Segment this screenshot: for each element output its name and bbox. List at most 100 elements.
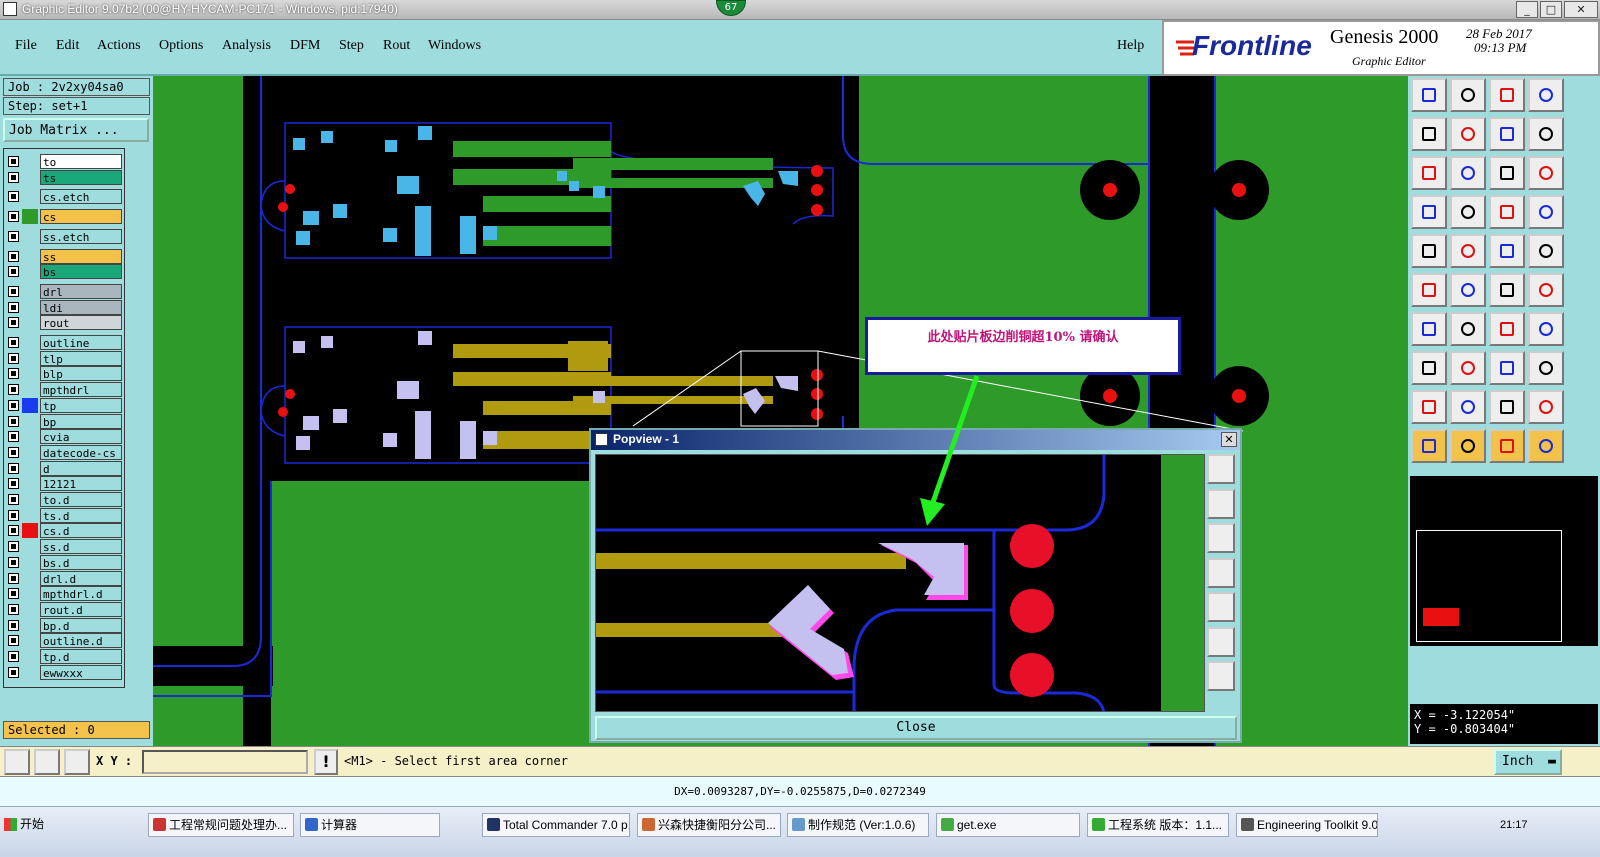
menu-windows[interactable]: Windows	[428, 38, 481, 54]
layer-color-swatch[interactable]	[22, 397, 38, 413]
layer-row-outline[interactable]: outline	[6, 335, 122, 350]
taskbar-item[interactable]: 制作规范 (Ver:1.0.6)	[787, 813, 929, 837]
layer-name[interactable]: bp.d	[40, 617, 122, 633]
layer-row-d[interactable]: d	[6, 460, 122, 476]
layer-checkbox[interactable]	[8, 588, 19, 600]
layer-checkbox[interactable]	[8, 171, 19, 183]
layer-row-rout-d[interactable]: rout.d	[6, 601, 122, 617]
layer-row-outline-d[interactable]: outline.d	[6, 633, 122, 649]
layer-checkbox[interactable]	[8, 211, 19, 223]
layer-checkbox[interactable]	[8, 446, 19, 458]
menu-help[interactable]: Help	[1117, 38, 1144, 54]
popview-down-icon[interactable]	[1207, 523, 1235, 553]
layer-row-to[interactable]: to	[6, 154, 122, 169]
layer-row-ss-etch[interactable]: ss.etch	[6, 228, 122, 244]
layer-row-cvia[interactable]: cvia	[6, 429, 122, 445]
layer-row-tp[interactable]: tp	[6, 397, 122, 413]
popview-fit-icon[interactable]	[1207, 626, 1235, 657]
layer-checkbox[interactable]	[8, 572, 19, 584]
layer-checkbox[interactable]	[8, 431, 19, 443]
taskbar-item[interactable]: 工程常规问题处理办...	[148, 813, 294, 837]
swap-icon[interactable]	[1489, 117, 1525, 151]
menu-dfm[interactable]: DFM	[290, 38, 320, 54]
layer-row-ewwxxx[interactable]: ewwxxx	[6, 664, 122, 680]
group-icon[interactable]	[1528, 351, 1564, 385]
layer-checkbox[interactable]	[8, 462, 19, 474]
cross-icon[interactable]	[1450, 273, 1486, 307]
layer-name[interactable]: mpthdrl.d	[40, 586, 122, 602]
layer-checkbox[interactable]	[8, 556, 19, 568]
layer-checkbox[interactable]	[8, 666, 19, 678]
overview-map[interactable]	[1410, 526, 1598, 646]
layer-name[interactable]: cvia	[40, 429, 122, 445]
triangle-icon[interactable]	[1411, 390, 1447, 424]
close-window-button[interactable]: ✕	[1564, 1, 1598, 18]
layer-name[interactable]: rout.d	[40, 601, 122, 617]
menu-edit[interactable]: Edit	[56, 38, 79, 54]
layer-name[interactable]: tp.d	[40, 649, 122, 664]
layer-row-drl-d[interactable]: drl.d	[6, 570, 122, 586]
layer-row-mpthdrl-d[interactable]: mpthdrl.d	[6, 586, 122, 602]
layer-checkbox[interactable]	[8, 156, 19, 167]
layer-name[interactable]: ss.d	[40, 539, 122, 555]
layer-name[interactable]: to.d	[40, 492, 122, 507]
popview-close-button[interactable]: Close	[595, 716, 1237, 740]
ruler-icon[interactable]	[1489, 234, 1525, 268]
layer-checkbox[interactable]	[8, 478, 19, 490]
layer-checkbox[interactable]	[8, 285, 19, 297]
overview-view-marker[interactable]	[1423, 608, 1459, 626]
help-icon[interactable]	[1528, 156, 1564, 190]
layer-checkbox[interactable]	[8, 494, 19, 505]
layer-checkbox[interactable]	[8, 317, 19, 329]
popview-right-icon[interactable]	[1207, 592, 1235, 622]
menu-file[interactable]: File	[15, 38, 37, 54]
arch-icon[interactable]	[1528, 390, 1564, 424]
layer-checkbox[interactable]	[8, 525, 19, 537]
layer-name[interactable]: d	[40, 460, 122, 476]
layer-checkbox[interactable]	[8, 230, 19, 242]
layer-row-blp[interactable]: blp	[6, 366, 122, 382]
window-icon[interactable]	[1528, 78, 1564, 112]
layer-row-datecode-cs[interactable]: datecode-cs	[6, 444, 122, 460]
layer-checkbox[interactable]	[8, 619, 19, 631]
menu-actions[interactable]: Actions	[97, 38, 141, 54]
layer-checkbox[interactable]	[8, 352, 19, 364]
layer-name[interactable]: ldi	[40, 299, 122, 315]
layer-row-cs[interactable]: cs	[6, 209, 122, 225]
layer-name[interactable]: ss.etch	[40, 228, 122, 244]
layer-name[interactable]: 12121	[40, 476, 122, 492]
layer-row-ldi[interactable]: ldi	[6, 299, 122, 315]
pan-right-icon[interactable]	[1450, 117, 1486, 151]
layer-name[interactable]: ss	[40, 248, 122, 264]
layer-name[interactable]: ts.d	[40, 507, 122, 523]
popview-close-icon[interactable]: ✕	[1221, 432, 1237, 447]
menu-step[interactable]: Step	[339, 38, 364, 54]
ratio-icon[interactable]	[1489, 156, 1525, 190]
layer-row-ts[interactable]: ts	[6, 169, 122, 185]
rotate-icon[interactable]	[1489, 312, 1525, 346]
pad-move-icon[interactable]	[1411, 351, 1447, 385]
units-dropdown[interactable]: Inch ▬	[1494, 749, 1562, 775]
select-icon[interactable]	[1411, 429, 1447, 463]
minimize-button[interactable]: _	[1516, 1, 1538, 18]
snap-icon[interactable]	[1528, 117, 1564, 151]
taskbar-item[interactable]: 工程系统 版本：1.1...	[1087, 813, 1229, 837]
grid-tool-icon[interactable]	[64, 749, 90, 775]
angle-icon[interactable]	[1411, 312, 1447, 346]
trim-icon[interactable]	[1450, 351, 1486, 385]
layer-row-tlp[interactable]: tlp	[6, 350, 122, 366]
slash-icon[interactable]	[1450, 312, 1486, 346]
diag-pad-icon[interactable]	[1528, 273, 1564, 307]
layer-row-ss-d[interactable]: ss.d	[6, 539, 122, 555]
layer-name[interactable]: drl.d	[40, 570, 122, 586]
layer-row-rout[interactable]: rout	[6, 315, 122, 331]
popview-canvas[interactable]	[595, 454, 1205, 712]
measure-tool-icon[interactable]	[34, 749, 60, 775]
layer-name[interactable]: mpthdrl	[40, 382, 122, 398]
up-icon[interactable]	[1450, 390, 1486, 424]
xy-input[interactable]	[142, 750, 308, 774]
layer-row-ts-d[interactable]: ts.d	[6, 507, 122, 523]
grid-icon[interactable]	[1450, 195, 1486, 229]
layer-row-ss[interactable]: ss	[6, 248, 122, 264]
layer-checkbox[interactable]	[8, 337, 19, 348]
